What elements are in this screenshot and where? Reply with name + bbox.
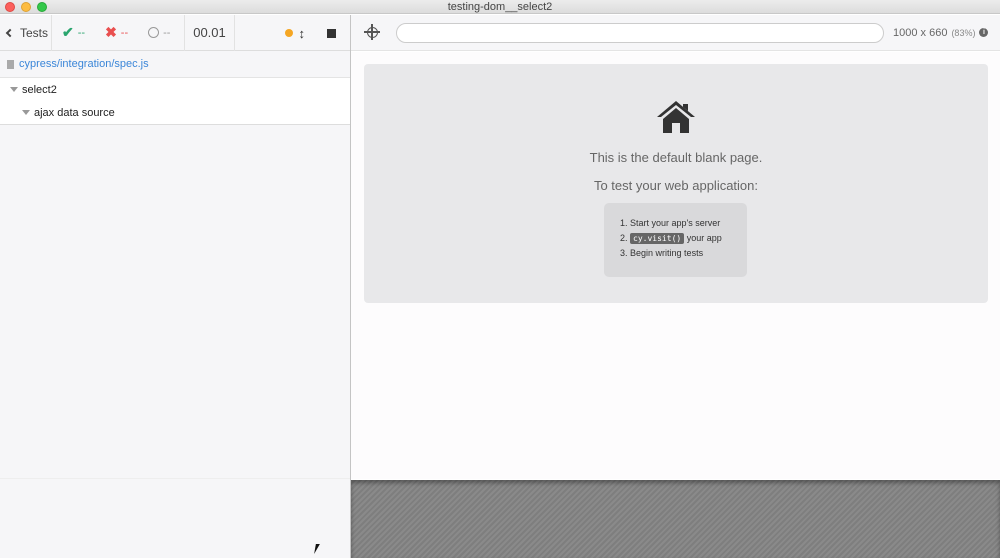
step-text: Start your app's server xyxy=(630,218,721,228)
back-to-tests-button[interactable]: Tests xyxy=(0,14,52,51)
caret-down-icon xyxy=(22,110,30,115)
step-text: Begin writing tests xyxy=(630,248,704,258)
step-number: 3. xyxy=(620,248,628,258)
check-icon: ✔ xyxy=(62,24,74,40)
tests-button-label: Tests xyxy=(20,25,49,40)
circle-icon xyxy=(148,27,160,38)
close-window-icon[interactable] xyxy=(5,2,15,12)
list-item: 3. Begin writing tests xyxy=(620,246,747,261)
failed-count: ✖ -- xyxy=(105,24,129,40)
step-code: cy.visit() xyxy=(630,233,685,244)
url-bar: 1000 x 660 (83%) i xyxy=(351,15,1000,51)
runner-panel: 1000 x 660 (83%) i This is the default b… xyxy=(351,15,1000,558)
caret-down-icon xyxy=(10,87,18,92)
maximize-window-icon[interactable] xyxy=(37,2,47,12)
step-text: your app xyxy=(684,233,722,243)
reporter-panel: Tests ✔ -- ✖ -- -- 00.01 ↕ cypress/integ… xyxy=(0,14,350,558)
arrows-vertical-icon[interactable]: ↕ xyxy=(299,26,306,41)
steps-list: 1. Start your app's server 2. cy.visit()… xyxy=(604,203,747,277)
window-titlebar: testing-dom__select2 xyxy=(0,0,1000,14)
suite-title: ajax data source xyxy=(34,106,115,119)
window-title: testing-dom__select2 xyxy=(447,1,553,13)
list-item: 2. cy.visit() your app xyxy=(620,231,747,246)
viewport-background xyxy=(351,480,1000,558)
pending-count: -- xyxy=(148,27,170,39)
viewport-scale: (83%) xyxy=(951,27,976,38)
suite-row[interactable]: ajax data source xyxy=(0,101,350,124)
stop-icon[interactable] xyxy=(327,28,336,38)
reporter-footer xyxy=(0,478,350,558)
runnables-list: select2 ajax data source xyxy=(0,78,350,125)
spec-path-link[interactable]: cypress/integration/spec.js xyxy=(19,58,149,70)
crosshair-icon[interactable] xyxy=(364,24,380,40)
spec-file-bar: cypress/integration/spec.js xyxy=(0,51,350,78)
passed-count: ✔ -- xyxy=(62,24,86,40)
reporter-stats-bar: Tests ✔ -- ✖ -- -- 00.01 ↕ xyxy=(0,14,350,51)
x-icon: ✖ xyxy=(105,24,117,40)
run-controls: ↕ xyxy=(284,15,336,51)
suite-row[interactable]: select2 xyxy=(0,78,350,101)
file-icon xyxy=(7,59,14,69)
default-blank-page: This is the default blank page. To test … xyxy=(364,64,988,303)
blank-page-subtitle: To test your web application: xyxy=(593,178,759,193)
chevron-left-icon xyxy=(5,28,15,37)
suite-title: select2 xyxy=(22,83,57,96)
step-number: 2. xyxy=(620,233,628,243)
app-under-test-frame: This is the default blank page. To test … xyxy=(351,52,1000,479)
step-number: 1. xyxy=(620,218,628,228)
minimize-window-icon[interactable] xyxy=(21,2,31,12)
list-item: 1. Start your app's server xyxy=(620,216,747,231)
viewport-size: 1000 x 660 xyxy=(893,26,948,39)
viewport-info: 1000 x 660 (83%) i xyxy=(893,26,989,39)
home-icon xyxy=(657,101,695,133)
test-counts: ✔ -- ✖ -- -- xyxy=(52,14,185,51)
info-icon[interactable]: i xyxy=(979,28,989,37)
duration: 00.01 xyxy=(185,14,235,51)
url-input[interactable] xyxy=(396,22,884,43)
status-dot-icon xyxy=(284,29,293,37)
blank-page-title: This is the default blank page. xyxy=(589,150,763,165)
